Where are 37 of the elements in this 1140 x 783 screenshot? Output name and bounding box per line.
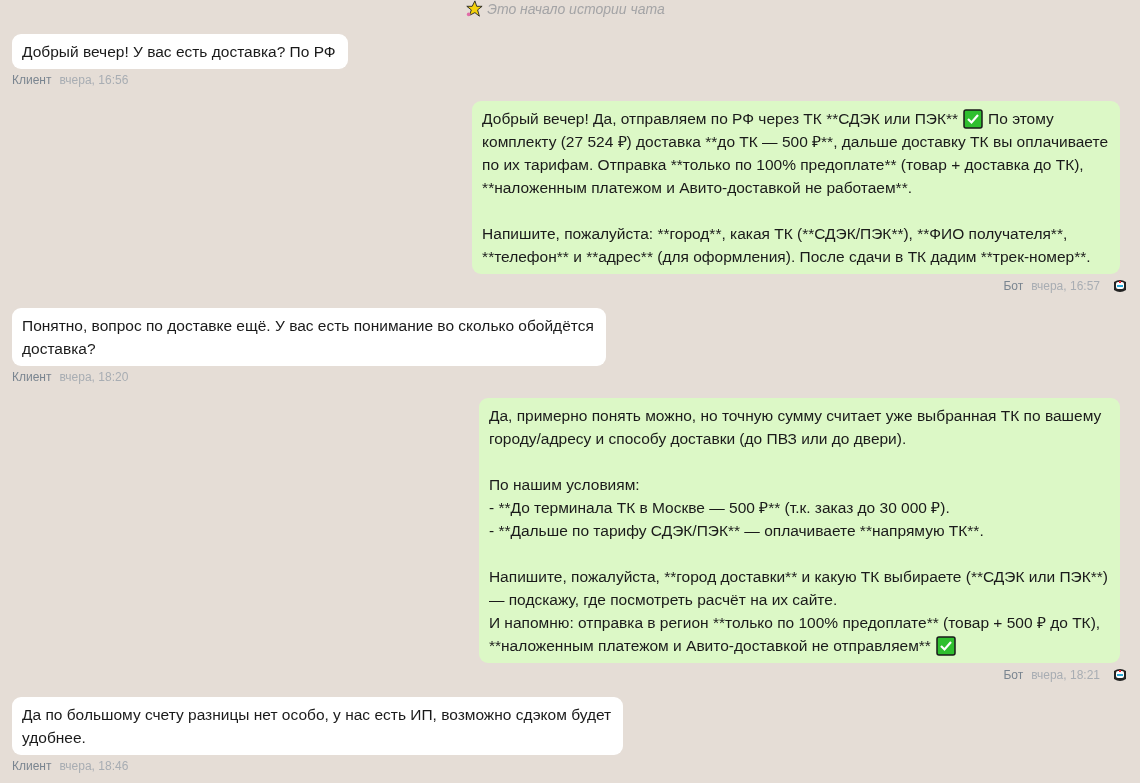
message-text: По этому (988, 109, 1054, 129)
sender-name: Бот (1003, 279, 1024, 293)
message-text: доставка? (22, 339, 96, 359)
message-text: **наложенным платежом и Авито-доставкой не работаем**. (482, 178, 912, 198)
message-text: Да, примерно понять можно, но точную сумму считает уже выбранная ТК по вашему (488, 406, 1102, 426)
message-text: - **До терминала ТК в Москве — 500 ₽** (т.к. заказ до 30 000 ₽). (488, 498, 950, 518)
message-text: Понятно, вопрос по доставке ещё. У вас есть понимание во сколько обойдётся (22, 316, 594, 336)
message-text: **телефон** и **адрес** (для оформления). После сдачи в ТК дадим **трек-номер**. (482, 247, 1091, 267)
message-time: вчера, 18:21 (1031, 668, 1100, 682)
sender-name: Клиент (12, 759, 52, 773)
message-text: Добрый вечер! Да, отправляем по РФ через ТК **СДЭК или ПЭК** (482, 109, 959, 129)
check-mark-icon (935, 635, 956, 656)
message-time: вчера, 16:57 (1031, 279, 1100, 293)
star-icon (465, 0, 484, 18)
message-time: вчера, 16:56 (59, 73, 129, 87)
message-text: По нашим условиям: (488, 475, 640, 495)
message-text: комплекту (27 524 ₽) доставка **до ТК — 500 ₽**, дальше доставку ТК вы оплачиваете (482, 132, 1108, 152)
sender-name: Клиент (12, 73, 52, 87)
robot-icon (1112, 278, 1128, 294)
robot-icon (1112, 667, 1128, 683)
message-text: И напомню: отправка в регион **только по 100% предоплате** (товар + 500 ₽ до ТК), (488, 613, 1101, 633)
message-text: Напишите, пожалуйста, **город доставки** и какую ТК выбираете (**СДЭК или ПЭК**) (488, 567, 1108, 587)
sender-name: Клиент (12, 370, 52, 384)
chat-history-note: Это начало истории чата (487, 1, 665, 17)
message-text: **наложенным платежом и Авито-доставкой не отправляем** (488, 636, 931, 656)
message-text: городу/адресу и способу доставки (до ПВЗ или до двери). (488, 429, 907, 449)
message-text: - **Дальше по тарифу СДЭК/ПЭК** — оплачиваете **напрямую ТК**. (488, 521, 984, 541)
sender-name: Бот (1003, 668, 1024, 682)
message-time: вчера, 18:20 (59, 370, 129, 384)
check-mark-icon (963, 108, 984, 129)
message-text: по их тарифам. Отправка **только по 100% предоплате** (товар + доставка до ТК), (482, 155, 1084, 175)
message-text: Напишите, пожалуйста: **город**, какая ТК (**СДЭК/ПЭК**), **ФИО получателя**, (482, 224, 1068, 244)
message-time: вчера, 18:46 (59, 759, 129, 773)
message-text: — подскажу, где посмотреть расчёт на их сайте. (488, 590, 838, 610)
message-text: Да по большому счету разницы нет особо, у нас есть ИП, возможно сдэком будет (22, 705, 612, 725)
message-text: Добрый вечер! У вас есть доставка? По РФ (22, 42, 336, 62)
message-text: удобнее. (22, 728, 86, 748)
